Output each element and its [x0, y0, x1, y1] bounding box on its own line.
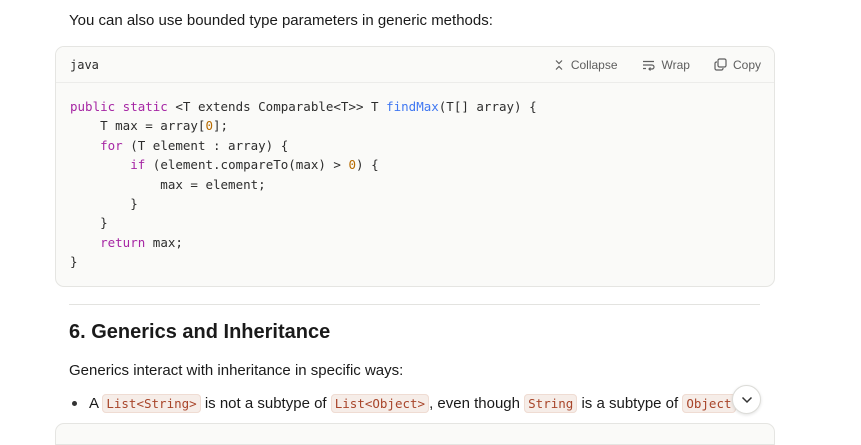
code-token: 0	[205, 118, 213, 134]
collapse-icon	[553, 59, 565, 71]
code-token: public static	[70, 99, 168, 114]
copy-button[interactable]: Copy	[714, 58, 761, 72]
inline-code: List<String>	[102, 394, 201, 413]
code-body: public static <T extends Comparable<T>> …	[56, 83, 774, 272]
wrap-button[interactable]: Wrap	[642, 58, 690, 72]
code-token: T max = array[	[70, 118, 206, 134]
bullet-text-part: is a subtype of	[577, 395, 683, 412]
section-paragraph: Generics interact with inheritance in sp…	[69, 362, 404, 379]
bullet-text-part: A	[89, 395, 103, 412]
code-token: (element.compareTo(max) >	[145, 157, 349, 173]
inline-code: List<Object>	[330, 394, 430, 413]
bullet-text-part: is not a subtype of	[200, 395, 331, 412]
section-heading: 6. Generics and Inheritance	[69, 321, 331, 343]
code-token: findMax	[386, 99, 439, 114]
code-token: <T extends Comparable<T>> T	[167, 99, 387, 114]
code-language-label: java	[70, 57, 99, 72]
code-token: }	[70, 254, 78, 270]
inline-code: String	[524, 394, 578, 413]
bullet-dot	[72, 401, 77, 406]
code-line: }	[70, 215, 108, 230]
code-line: T max = array[0];	[70, 118, 228, 133]
intro-text: You can also use bounded type parameters…	[69, 12, 493, 29]
code-header: java Collapse Wrap Copy	[56, 47, 774, 83]
code-token: 0	[348, 157, 357, 173]
bullet-text: A List<String> is not a subtype of List<…	[89, 394, 740, 413]
code-token: for	[100, 137, 123, 153]
chevron-down-icon	[741, 391, 753, 409]
code-line: if (element.compareTo(max) > 0) {	[70, 157, 379, 173]
code-token: ) {	[356, 157, 379, 173]
code-line: return max;	[70, 235, 183, 250]
code-token: if	[130, 157, 146, 173]
wrap-icon	[642, 59, 656, 71]
copy-icon	[714, 58, 727, 71]
collapse-button[interactable]: Collapse	[553, 58, 618, 72]
copy-label: Copy	[732, 57, 761, 72]
code-token: max;	[145, 234, 183, 250]
code-line: public static <T extends Comparable<T>> …	[70, 99, 537, 114]
inline-code: Object	[682, 394, 736, 413]
code-token: }	[70, 215, 108, 231]
next-code-block	[55, 423, 775, 445]
code-line: }	[70, 196, 138, 211]
code-line: for (T element : array) {	[70, 138, 288, 153]
code-token: max = element;	[70, 176, 266, 192]
list-item: A List<String> is not a subtype of List<…	[69, 394, 740, 413]
code-block: java Collapse Wrap Copy public static <T…	[55, 46, 775, 287]
code-token: (T[] array) {	[438, 99, 537, 114]
collapse-label: Collapse	[570, 57, 618, 72]
bullet-text-part: , even though	[429, 395, 525, 412]
code-token: ];	[213, 118, 229, 134]
section-divider	[69, 304, 760, 305]
wrap-label: Wrap	[661, 57, 690, 72]
code-line: }	[70, 254, 78, 269]
scroll-down-button[interactable]	[732, 385, 761, 414]
code-actions: Collapse Wrap Copy	[553, 58, 761, 72]
code-token: }	[70, 196, 138, 212]
code-token: (T element : array) {	[122, 137, 289, 153]
code-line: max = element;	[70, 176, 266, 192]
code-token: return	[100, 234, 146, 250]
